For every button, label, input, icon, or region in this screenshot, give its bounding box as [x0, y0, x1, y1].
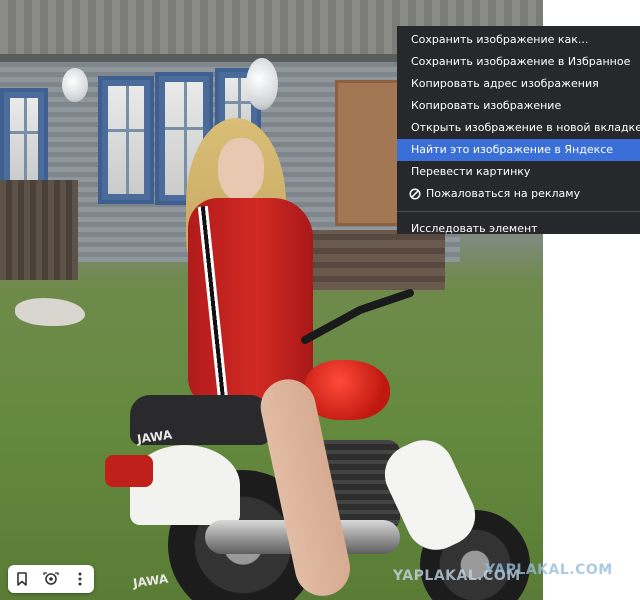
- menu-item-label: Копировать изображение: [411, 99, 562, 112]
- house-window: [0, 88, 48, 191]
- menu-item-save-to-favorites[interactable]: Сохранить изображение в Избранное: [397, 51, 640, 73]
- menu-item-label: Найти это изображение в Яндексе: [411, 143, 614, 156]
- menu-item-label: Копировать адрес изображения: [411, 77, 599, 90]
- image-toolbar: [8, 565, 94, 593]
- satellite-dish: [246, 58, 278, 110]
- person-face: [218, 138, 264, 200]
- watermark-text-secondary: YAPLAKAL.COM: [485, 562, 613, 578]
- menu-item-save-image-as[interactable]: Сохранить изображение как...: [397, 29, 640, 51]
- handlebar: [301, 289, 414, 344]
- wooden-fence: [0, 180, 78, 280]
- image-context-menu: Сохранить изображение как... Сохранить и…: [397, 26, 640, 235]
- lens-search-icon: [43, 572, 59, 585]
- menu-item-translate-picture[interactable]: Перевести картинку: [397, 161, 640, 183]
- bookmark-button[interactable]: [10, 567, 34, 591]
- house-door: [335, 80, 401, 226]
- lens-search-button[interactable]: [39, 567, 63, 591]
- more-options-button[interactable]: [68, 567, 92, 591]
- menu-item-search-in-yandex[interactable]: Найти это изображение в Яндексе: [397, 139, 640, 161]
- menu-item-label: Сохранить изображение как...: [411, 33, 589, 46]
- menu-item-label: Исследовать элемент: [411, 222, 538, 235]
- menu-item-open-image-new-tab[interactable]: Открыть изображение в новой вкладке: [397, 117, 640, 139]
- fender-brand-text: JAWA: [132, 571, 170, 591]
- house-window: [98, 76, 154, 204]
- tail-light: [105, 455, 153, 487]
- menu-separator: [397, 211, 640, 212]
- menu-item-label: Пожаловаться на рекламу: [426, 187, 581, 200]
- menu-item-copy-image-address[interactable]: Копировать адрес изображения: [397, 73, 640, 95]
- bookmark-icon: [17, 572, 28, 586]
- menu-item-label: Открыть изображение в новой вкладке: [411, 121, 640, 134]
- more-vertical-icon: [78, 572, 82, 586]
- fuel-tank: [305, 360, 390, 420]
- menu-item-label: Сохранить изображение в Избранное: [411, 55, 631, 68]
- block-icon: [409, 188, 421, 200]
- menu-item-report-ad[interactable]: Пожаловаться на рекламу: [397, 183, 640, 205]
- menu-item-label: Перевести картинку: [411, 165, 531, 178]
- rock: [15, 298, 85, 326]
- menu-item-inspect-element[interactable]: Исследовать элемент: [397, 218, 640, 240]
- menu-item-copy-image[interactable]: Копировать изображение: [397, 95, 640, 117]
- satellite-dish: [62, 68, 88, 102]
